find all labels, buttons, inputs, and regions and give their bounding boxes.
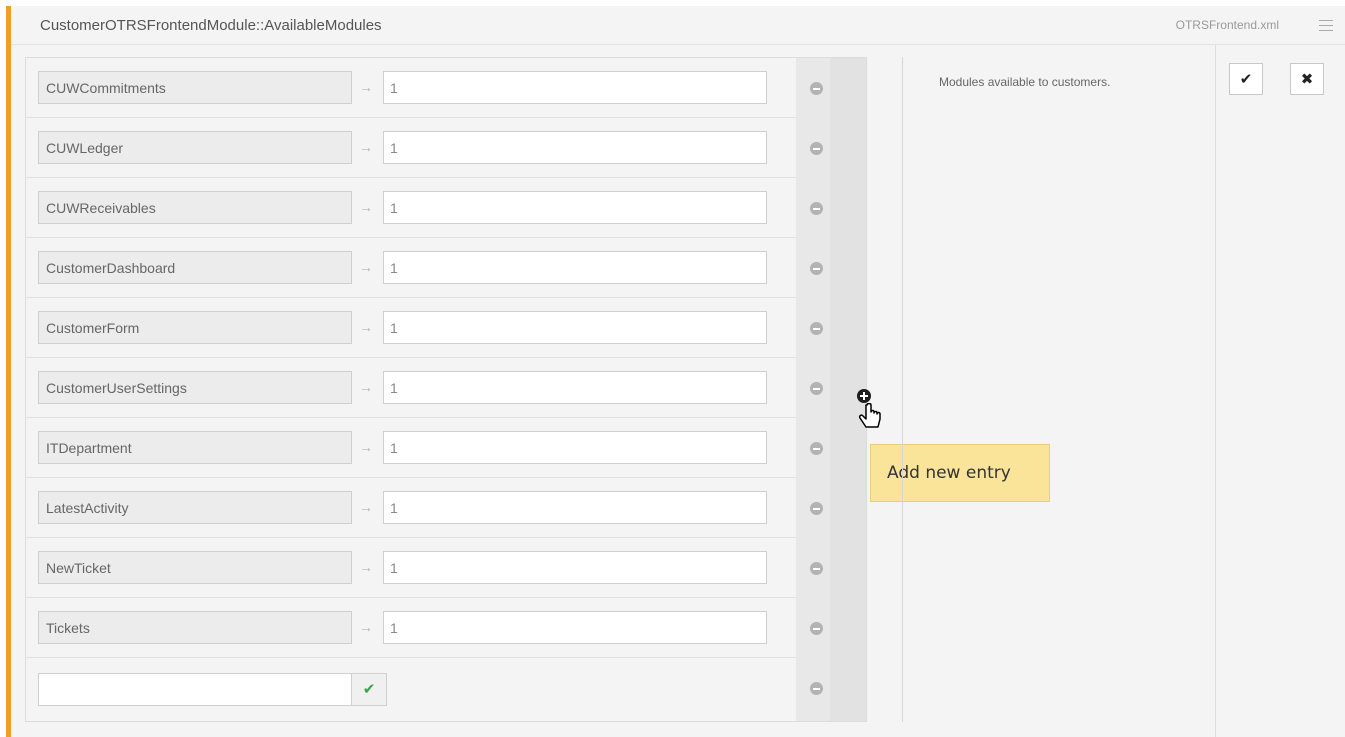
entry-value-field[interactable]: [383, 191, 767, 224]
arrow-icon: →: [359, 199, 373, 215]
entry-value-field[interactable]: [383, 71, 767, 104]
checkmark-icon[interactable]: ✔: [351, 673, 387, 706]
description-divider: [902, 57, 903, 722]
tooltip: Add new entry: [870, 444, 1050, 502]
remove-entry-icon[interactable]: [810, 502, 823, 515]
entry-value-field[interactable]: [383, 431, 767, 464]
entry-value-field[interactable]: [383, 491, 767, 524]
setting-description: Modules available to customers.: [939, 75, 1111, 89]
setting-header: CustomerOTRSFrontendModule::AvailableMod…: [11, 6, 1345, 45]
entry-key-field[interactable]: [38, 551, 352, 584]
entry-value-field[interactable]: [383, 371, 767, 404]
hash-entry-row: →: [26, 598, 823, 658]
entry-value-field[interactable]: [383, 611, 767, 644]
cancel-button[interactable]: ✖: [1290, 63, 1324, 95]
entry-key-field[interactable]: [38, 311, 352, 344]
arrow-icon: →: [359, 259, 373, 275]
remove-entry-icon[interactable]: [810, 142, 823, 155]
arrow-icon: →: [359, 619, 373, 635]
entry-key-field[interactable]: [38, 431, 352, 464]
entry-value-field[interactable]: [383, 551, 767, 584]
entry-value-field[interactable]: [383, 251, 767, 284]
hash-entry-row: →: [26, 358, 823, 418]
add-entry-icon[interactable]: [857, 389, 871, 403]
hash-entry-row: →: [26, 298, 823, 358]
hash-editor: → → → → → → → → → → ✔: [25, 57, 867, 722]
arrow-icon: →: [359, 499, 373, 515]
remove-entry-icon[interactable]: [810, 682, 823, 695]
entry-key-field[interactable]: [38, 191, 352, 224]
entry-key-field[interactable]: [38, 251, 352, 284]
new-key-input[interactable]: [38, 673, 352, 706]
remove-entry-icon[interactable]: [810, 202, 823, 215]
arrow-icon: →: [359, 559, 373, 575]
setting-file-name: OTRSFrontend.xml: [1175, 18, 1279, 32]
hash-entry-row: →: [26, 118, 823, 178]
hash-entry-row: →: [26, 238, 823, 298]
remove-entry-icon[interactable]: [810, 382, 823, 395]
save-button[interactable]: ✔: [1229, 63, 1263, 95]
hash-entry-row: →: [26, 418, 823, 478]
setting-title: CustomerOTRSFrontendModule::AvailableMod…: [40, 17, 382, 34]
arrow-icon: →: [359, 379, 373, 395]
remove-entry-icon[interactable]: [810, 262, 823, 275]
entry-value-field[interactable]: [383, 311, 767, 344]
remove-entry-icon[interactable]: [810, 622, 823, 635]
entry-key-field[interactable]: [38, 71, 352, 104]
remove-entry-icon[interactable]: [810, 322, 823, 335]
hand-pointer-icon: [859, 403, 881, 428]
arrow-icon: →: [359, 439, 373, 455]
entry-key-field[interactable]: [38, 611, 352, 644]
setting-widget: CustomerOTRSFrontendModule::AvailableMod…: [6, 6, 1345, 737]
hash-entry-row: →: [26, 58, 823, 118]
hash-entry-row: →: [26, 178, 823, 238]
arrow-icon: →: [359, 79, 373, 95]
hash-entry-row: →: [26, 538, 823, 598]
remove-entry-icon[interactable]: [810, 442, 823, 455]
entry-key-field[interactable]: [38, 491, 352, 524]
arrow-icon: →: [359, 139, 373, 155]
arrow-icon: →: [359, 319, 373, 335]
remove-entry-icon[interactable]: [810, 82, 823, 95]
entry-value-field[interactable]: [383, 131, 767, 164]
hamburger-menu-icon[interactable]: [1319, 20, 1333, 31]
remove-entry-icon[interactable]: [810, 562, 823, 575]
entry-key-field[interactable]: [38, 131, 352, 164]
actions-column: ✔ ✖: [1215, 45, 1345, 737]
entry-key-field[interactable]: [38, 371, 352, 404]
hash-entry-row: →: [26, 478, 823, 538]
